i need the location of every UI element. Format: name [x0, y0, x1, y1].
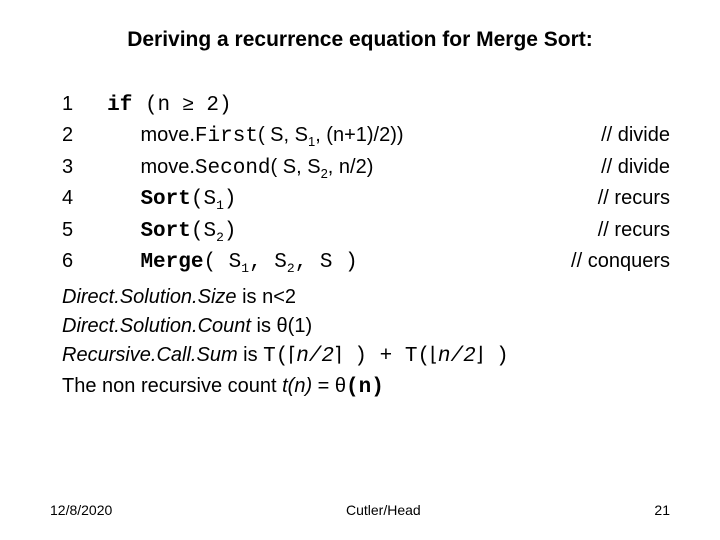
- code-segment: Sort(S2): [96, 216, 598, 247]
- line-number: 1: [62, 90, 96, 119]
- prose-line-1: Direct.Solution.Size is n<2: [62, 283, 670, 312]
- code-line-1: 1 if (n ≥ 2): [62, 90, 670, 121]
- slide-body: 1 if (n ≥ 2) 2 move.First( S, S1, (n+1)/…: [50, 90, 670, 404]
- fn-sort: Sort: [140, 220, 190, 243]
- fn-merge: Merge: [140, 251, 203, 274]
- code-segment: move.First( S, S1, (n+1)/2)): [96, 121, 601, 152]
- code-line-3: 3 move.Second( S, S2, n/2) // divide: [62, 153, 670, 184]
- code-block: 1 if (n ≥ 2) 2 move.First( S, S1, (n+1)/…: [62, 90, 670, 279]
- code-segment: Sort(S1): [96, 184, 598, 215]
- line-number: 3: [62, 153, 96, 182]
- footer-date: 12/8/2020: [50, 502, 112, 518]
- comment: // recurs: [598, 184, 670, 213]
- code-line-4: 4 Sort(S1) // recurs: [62, 184, 670, 215]
- slide-title: Deriving a recurrence equation for Merge…: [50, 28, 670, 52]
- comment: // recurs: [598, 216, 670, 245]
- comment: // divide: [601, 153, 670, 182]
- code-line-5: 5 Sort(S2) // recurs: [62, 216, 670, 247]
- line-number: 6: [62, 247, 96, 276]
- prose-line-3: Recursive.Call.Sum is T(⌈n/2⌉ ) + T(⌊n/2…: [62, 341, 670, 372]
- slide: Deriving a recurrence equation for Merge…: [0, 0, 720, 540]
- code-line-6: 6 Merge( S1, S2, S ) // conquers: [62, 247, 670, 278]
- code-line-2: 2 move.First( S, S1, (n+1)/2)) // divide: [62, 121, 670, 152]
- comment: // conquers: [571, 247, 670, 276]
- footer-center: Cutler/Head: [346, 502, 421, 518]
- comment: // divide: [601, 121, 670, 150]
- code-segment: Merge( S1, S2, S ): [96, 247, 571, 278]
- footer: 12/8/2020 Cutler/Head 21: [50, 502, 670, 518]
- line-number: 2: [62, 121, 96, 150]
- prose-block: Direct.Solution.Size is n<2 Direct.Solut…: [62, 283, 670, 404]
- line-number: 5: [62, 216, 96, 245]
- prose-line-2: Direct.Solution.Count is θ(1): [62, 312, 670, 341]
- fn-sort: Sort: [140, 188, 190, 211]
- line-number: 4: [62, 184, 96, 213]
- keyword-if: if: [107, 94, 132, 117]
- code-segment: move.Second( S, S2, n/2): [96, 153, 601, 184]
- prose-line-4: The non recursive count t(n) = θ(n): [62, 372, 670, 403]
- footer-page: 21: [654, 502, 670, 518]
- code-segment: if (n ≥ 2): [96, 90, 670, 121]
